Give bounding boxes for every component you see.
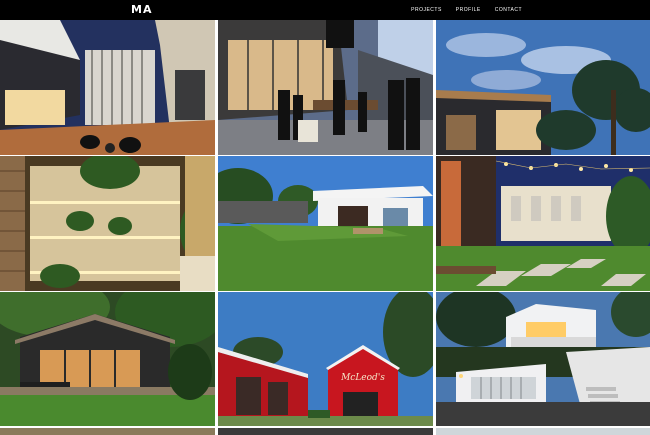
project-tile-partial-1[interactable] xyxy=(0,428,215,435)
nav-link-projects[interactable]: PROJECTS xyxy=(411,7,442,13)
main-nav: PROJECTS PROFILE CONTACT xyxy=(411,7,522,13)
project-tile-courtyard-string-lights[interactable] xyxy=(436,156,650,291)
nav-link-profile[interactable]: PROFILE xyxy=(456,7,481,13)
project-tile-white-house-lawn[interactable] xyxy=(218,156,433,291)
project-tile-bar-shelves-plants[interactable] xyxy=(0,156,215,291)
barn-sign-text: McLeod's xyxy=(340,373,385,383)
project-grid: McLeod's xyxy=(0,20,650,435)
project-tile-modern-house-deck[interactable] xyxy=(0,20,215,155)
top-navigation-bar: MA PROJECTS PROFILE CONTACT xyxy=(0,0,650,20)
project-tile-partial-3[interactable] xyxy=(436,428,650,435)
nav-link-contact[interactable]: CONTACT xyxy=(495,7,522,13)
project-tile-house-outdoor-dining[interactable] xyxy=(0,292,215,426)
project-tile-partial-2[interactable] xyxy=(218,428,433,435)
project-tile-red-barn[interactable]: McLeod's xyxy=(218,292,433,426)
site-logo[interactable]: MA xyxy=(131,3,152,16)
project-tile-bar-evening-crowd[interactable] xyxy=(218,20,433,155)
project-tile-house-palm-trees[interactable] xyxy=(436,20,650,155)
project-tile-white-villa-night[interactable] xyxy=(436,292,650,426)
